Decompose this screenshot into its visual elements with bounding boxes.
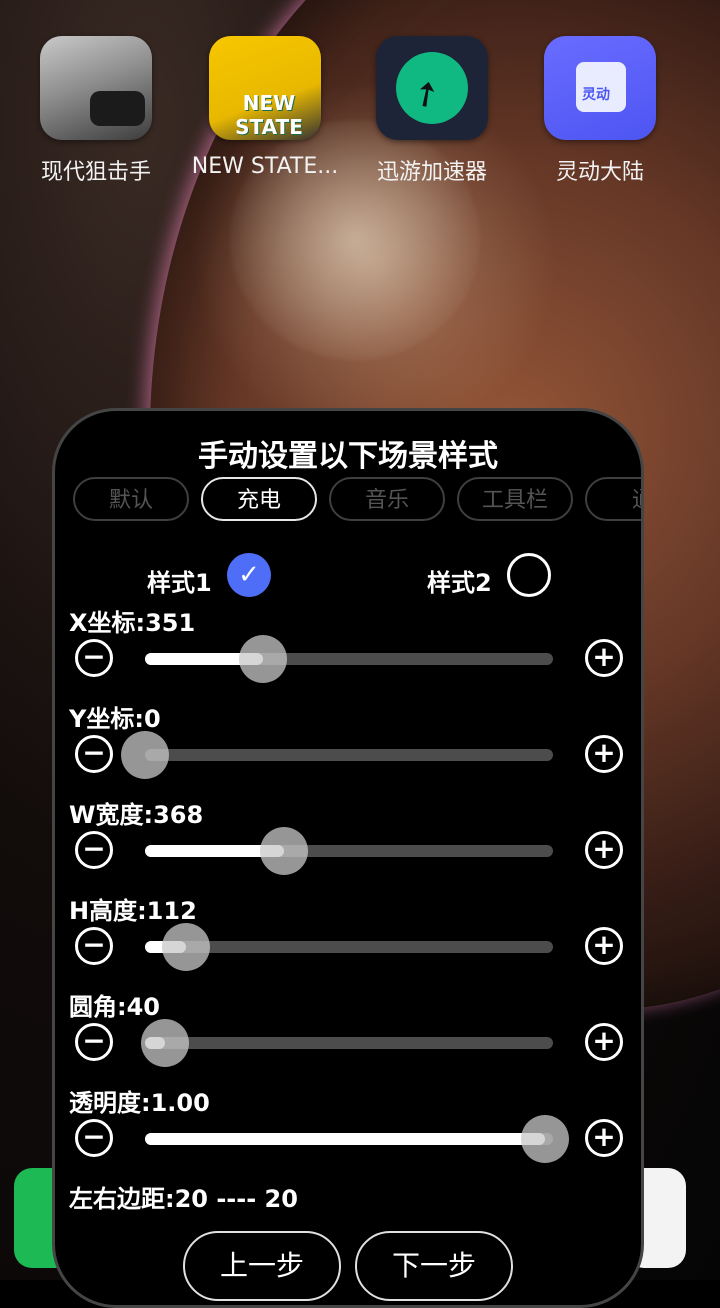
slider-track[interactable] [145,923,553,971]
app-lingdong[interactable]: 灵动 灵动大陆 [515,36,685,186]
slider-track[interactable] [145,827,553,875]
setting-label: W宽度:368 [69,801,204,829]
decrease-button[interactable]: − [75,1023,113,1061]
setting-corner-radius: 圆角:40 − + [55,987,641,1083]
tab-default[interactable]: 默认 [73,477,189,521]
slider-thumb[interactable] [239,635,287,683]
slider-thumb[interactable] [141,1019,189,1067]
new-state-game-icon: NEW STATE [209,36,321,140]
style2-label: 样式2 [427,569,492,597]
slider-track[interactable] [141,1019,553,1067]
setting-label: X坐标:351 [69,609,196,637]
app-new-state[interactable]: NEW STATE NEW STATE... [180,36,350,179]
lingdong-app-icon: 灵动 [544,36,656,140]
app-label: 灵动大陆 [555,160,644,185]
previous-button[interactable]: 上一步 [183,1231,341,1301]
setting-label: 透明度:1.00 [69,1089,210,1117]
decrease-button[interactable]: − [75,735,113,773]
slider-fill [145,1133,545,1145]
increase-button[interactable]: + [585,735,623,773]
setting-height: H高度:112 − + [55,891,641,987]
next-button[interactable]: 下一步 [355,1231,513,1301]
home-app-grid: 现代狙击手 NEW STATE NEW STATE... ➚ 迅游加速器 灵动 … [0,36,720,196]
setting-label: H高度:112 [69,897,197,925]
app-xunyou[interactable]: ➚ 迅游加速器 [347,36,517,186]
setting-label: 左右边距:20 ---- 20 [69,1185,298,1213]
app-label: 迅游加速器 [376,160,487,185]
tab-music[interactable]: 音乐 [329,477,445,521]
setting-x: X坐标:351 − + [55,603,641,699]
increase-button[interactable]: + [585,1119,623,1157]
slider-thumb[interactable] [260,827,308,875]
style-settings-panel: 手动设置以下场景样式 默认 充电 音乐 工具栏 通 样式1 ✓ 样式2 X坐标:… [52,408,644,1308]
setting-label: 圆角:40 [69,993,160,1021]
setting-width: W宽度:368 − + [55,795,641,891]
increase-button[interactable]: + [585,831,623,869]
decrease-button[interactable]: − [75,639,113,677]
style1-radio-checked[interactable]: ✓ [227,553,271,597]
setting-margins: 左右边距:20 ---- 20 [55,1179,641,1275]
app-label: NEW STATE... [191,154,339,179]
decrease-button[interactable]: − [75,1119,113,1157]
scene-tabs: 默认 充电 音乐 工具栏 通 [73,477,641,527]
increase-button[interactable]: + [585,639,623,677]
app-sniper[interactable]: 现代狙击手 [11,36,181,186]
slider-thumb[interactable] [521,1115,569,1163]
slider-thumb[interactable] [162,923,210,971]
decrease-button[interactable]: − [75,927,113,965]
slider-track[interactable] [145,1115,569,1163]
new-state-logo-text: NEW STATE [235,91,303,139]
setting-y: Y坐标:0 − + [55,699,641,795]
style-radio-row: 样式1 ✓ 样式2 [55,553,641,597]
tab-notification[interactable]: 通 [585,477,641,521]
app-label: 现代狙击手 [40,160,151,185]
lingdong-icon-text: 灵动 [582,87,610,103]
decrease-button[interactable]: − [75,831,113,869]
setting-opacity: 透明度:1.00 − + [55,1083,641,1179]
tab-toolbar[interactable]: 工具栏 [457,477,573,521]
style1-label: 样式1 [147,569,212,597]
style2-radio[interactable] [507,553,551,597]
increase-button[interactable]: + [585,1023,623,1061]
slider-track[interactable] [121,731,553,779]
sniper-game-icon [40,36,152,140]
tab-charging[interactable]: 充电 [201,477,317,521]
setting-label: Y坐标:0 [69,705,161,733]
panel-title: 手动设置以下场景样式 [198,439,498,474]
increase-button[interactable]: + [585,927,623,965]
slider-thumb[interactable] [121,731,169,779]
xunyou-accelerator-icon: ➚ [376,36,488,140]
slider-track[interactable] [145,635,553,683]
